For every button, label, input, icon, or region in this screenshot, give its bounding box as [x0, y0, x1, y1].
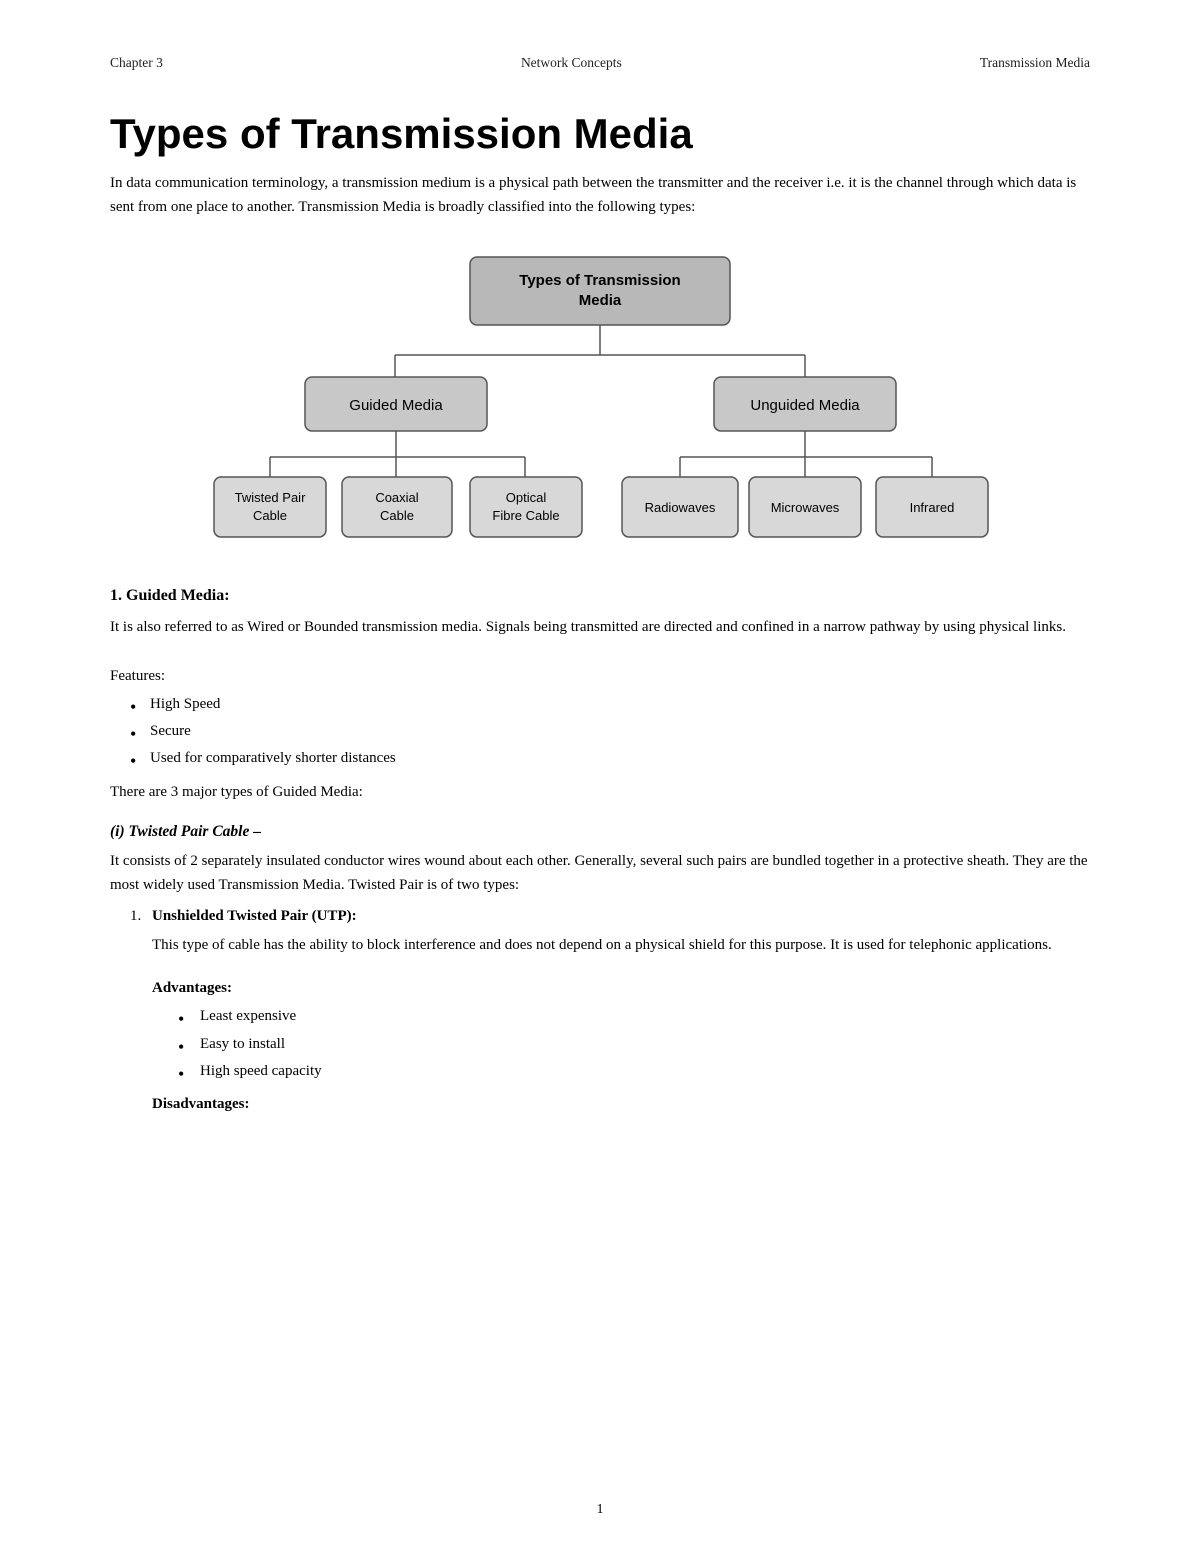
disadvantages-label: Disadvantages: [110, 1096, 1090, 1113]
svg-text:Twisted Pair: Twisted Pair [235, 490, 306, 505]
types-text: There are 3 major types of Guided Media: [110, 780, 1090, 805]
header-left: Chapter 3 [110, 55, 163, 71]
section1-heading: 1. Guided Media: [110, 587, 1090, 605]
svg-text:Unguided Media: Unguided Media [750, 397, 860, 414]
header-right: Transmission Media [980, 55, 1090, 71]
page-number: 1 [0, 1502, 1200, 1518]
svg-text:Media: Media [579, 292, 622, 309]
utp-item: 1. Unshielded Twisted Pair (UTP): [110, 908, 1090, 925]
advantage-3: High speed capacity [200, 1058, 1090, 1086]
diagram-container: Types of Transmission Media Guided Media… [110, 247, 1090, 557]
utp-content: Unshielded Twisted Pair (UTP): [152, 908, 1090, 925]
features-label: Features: [110, 668, 1090, 685]
svg-text:Optical: Optical [506, 490, 547, 505]
header-center: Network Concepts [521, 55, 622, 71]
svg-text:Radiowaves: Radiowaves [645, 500, 716, 515]
advantages-list: Least expensive Easy to install High spe… [110, 1003, 1090, 1086]
feature-3: Used for comparatively shorter distances [150, 745, 1090, 772]
svg-text:Types of Transmission: Types of Transmission [519, 272, 680, 289]
main-title: Types of Transmission Media [110, 111, 1090, 157]
utp-heading: Unshielded Twisted Pair (UTP): [152, 908, 357, 924]
feature-1: High Speed [150, 691, 1090, 718]
section1-text: It is also referred to as Wired or Bound… [110, 615, 1090, 640]
utp-number: 1. [110, 908, 152, 925]
advantage-2: Easy to install [200, 1031, 1090, 1059]
svg-text:Fibre Cable: Fibre Cable [492, 508, 559, 523]
diagram-svg: Types of Transmission Media Guided Media… [190, 247, 1010, 557]
section1a-heading: (i) Twisted Pair Cable – [110, 823, 1090, 841]
feature-2: Secure [150, 718, 1090, 745]
features-list: High Speed Secure Used for comparatively… [110, 691, 1090, 772]
advantage-1: Least expensive [200, 1003, 1090, 1031]
svg-text:Infrared: Infrared [910, 500, 955, 515]
page: Chapter 3 Network Concepts Transmission … [0, 0, 1200, 1553]
advantages-label: Advantages: [110, 980, 1090, 997]
page-header: Chapter 3 Network Concepts Transmission … [110, 55, 1090, 71]
section1a-text: It consists of 2 separately insulated co… [110, 849, 1090, 899]
svg-text:Cable: Cable [253, 508, 287, 523]
svg-text:Coaxial: Coaxial [375, 490, 418, 505]
svg-text:Microwaves: Microwaves [771, 500, 840, 515]
utp-text: This type of cable has the ability to bl… [110, 933, 1090, 958]
svg-text:Cable: Cable [380, 508, 414, 523]
intro-text: In data communication terminology, a tra… [110, 171, 1090, 219]
svg-text:Guided Media: Guided Media [349, 397, 443, 414]
